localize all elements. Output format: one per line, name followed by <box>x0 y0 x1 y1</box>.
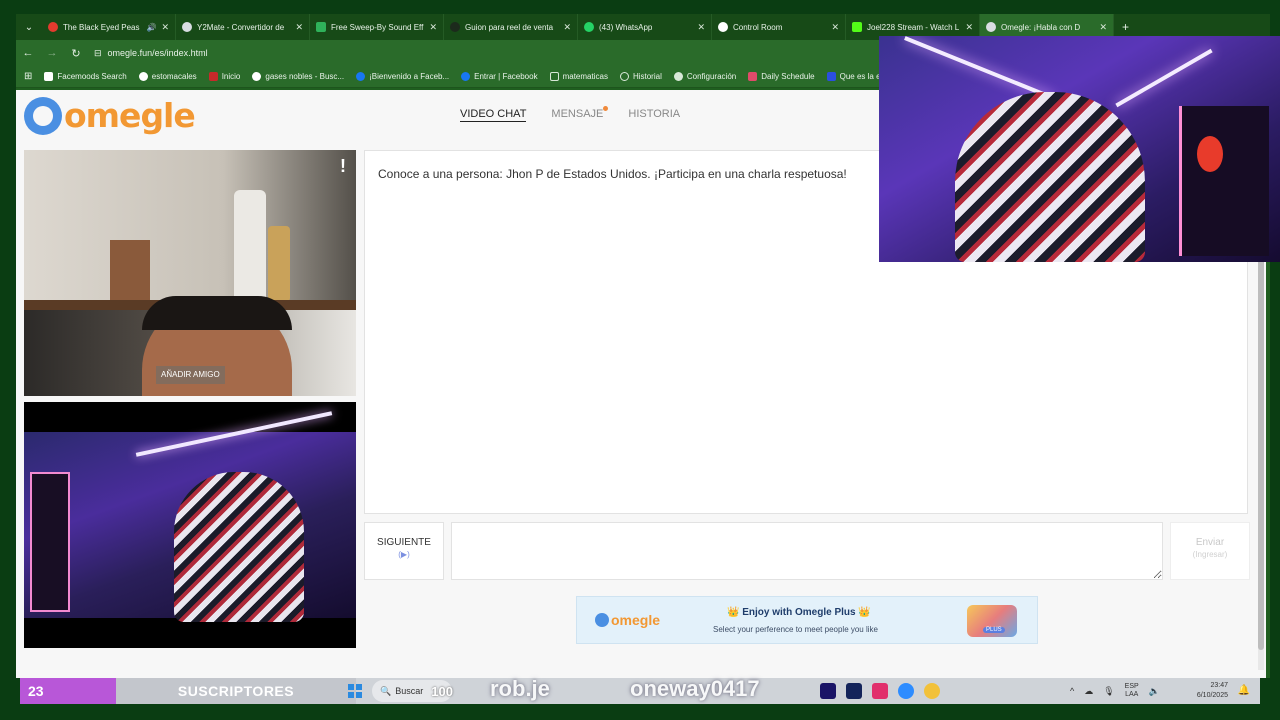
overlay-number: 100 <box>431 683 453 699</box>
taskbar-apps <box>820 683 940 699</box>
zoom-icon[interactable] <box>898 683 914 699</box>
close-icon[interactable]: ✕ <box>831 22 839 33</box>
omegle-icon <box>986 22 996 32</box>
bookmark-icon <box>138 72 148 81</box>
bookmark-icon <box>208 72 218 81</box>
facebook-icon <box>356 72 366 81</box>
tab-0[interactable]: The Black Eyed Peas 🔊 ✕ <box>42 14 176 40</box>
add-friend-button[interactable]: AÑADIR AMIGO <box>156 366 225 384</box>
chatgpt-icon <box>450 22 460 32</box>
omegle-logo[interactable]: omegle <box>24 96 196 135</box>
new-tab-button[interactable]: + <box>1114 20 1137 34</box>
forward-icon[interactable]: → <box>40 47 64 59</box>
kick-icon <box>852 22 862 32</box>
close-icon[interactable]: ✕ <box>697 22 705 33</box>
bookmark-6[interactable]: matematicas <box>549 72 608 81</box>
bookmark-icon <box>44 72 54 81</box>
reload-icon[interactable]: ↻ <box>64 47 88 60</box>
language-indicator[interactable]: ESP LAA <box>1125 683 1139 699</box>
close-icon[interactable]: ✕ <box>965 22 973 33</box>
omegle-plus-banner[interactable]: omegle 👑 Enjoy with Omegle Plus 👑 Select… <box>576 596 1038 644</box>
close-icon[interactable]: ✕ <box>161 22 169 33</box>
taskbar-clock[interactable]: 23:47 6/10/2025 <box>1197 681 1228 701</box>
bookmark-1[interactable]: estomacales <box>138 72 197 81</box>
bookmark-9[interactable]: Daily Schedule <box>748 72 815 81</box>
back-icon[interactable]: ← <box>16 47 40 59</box>
sound-effects-icon <box>316 22 326 32</box>
audition-icon[interactable] <box>846 683 862 699</box>
bookmark-4[interactable]: ¡Bienvenido a Faceb... <box>356 72 449 81</box>
system-message: Conoce a una persona: Jhon P de Estados … <box>378 167 847 181</box>
notification-bell-icon[interactable]: 🔔 <box>1238 685 1250 696</box>
banner-logo: omegle <box>595 612 660 628</box>
nav-message[interactable]: MENSAJE <box>551 106 609 122</box>
search-icon: 🔍 <box>380 685 392 696</box>
onedrive-icon[interactable]: ☁ <box>1084 686 1093 697</box>
overlay-handle-2: oneway0417 <box>630 676 760 701</box>
bookmark-5[interactable]: Entrar | Facebook <box>461 72 538 81</box>
next-button[interactable]: SIGUIENTE (▶) <box>364 522 444 580</box>
streamer-person <box>955 92 1145 262</box>
taskbar-search[interactable]: 🔍 Buscar 100 <box>372 680 453 702</box>
youtube-icon <box>48 22 58 32</box>
subscriber-count: 23 <box>20 678 116 704</box>
instagram-icon[interactable] <box>872 683 888 699</box>
send-button[interactable]: Enviar (Ingresar) <box>1170 522 1250 580</box>
self-person <box>174 472 304 622</box>
bookmark-7[interactable]: Historial <box>619 72 662 81</box>
chrome-icon[interactable] <box>924 683 940 699</box>
main-nav: VIDEO CHAT MENSAJE HISTORIA <box>460 106 680 122</box>
whatsapp-icon <box>584 22 594 32</box>
microphone-icon[interactable]: 🎙 <box>1103 686 1114 697</box>
apps-icon[interactable]: ⊞ <box>24 71 32 82</box>
tab-2[interactable]: Free Sweep-By Sound Eff ✕ <box>310 14 444 40</box>
control-room-icon <box>718 22 728 32</box>
bookmark-8[interactable]: Configuración <box>673 72 736 81</box>
bookmark-0[interactable]: Facemoods Search <box>44 72 127 81</box>
close-icon[interactable]: ✕ <box>295 22 303 33</box>
system-tray: ^ ☁ 🎙 ESP LAA 🔈 <box>1070 678 1160 704</box>
close-icon[interactable]: ✕ <box>1099 22 1107 33</box>
address-bar[interactable]: ⊟ omegle.fun/es/index.html <box>94 48 208 59</box>
plus-badge: PLUS <box>983 627 1005 633</box>
bookmark-2[interactable]: Inicio <box>208 72 240 81</box>
tab-search-dropdown[interactable]: ⌄ <box>16 14 42 40</box>
bookmark-3[interactable]: gases nobles - Busc... <box>252 72 344 81</box>
stranger-video: ! AÑADIR AMIGO <box>24 150 356 396</box>
tab-3[interactable]: Guion para reel de venta ✕ <box>444 14 578 40</box>
omegle-logo-icon <box>595 613 609 627</box>
close-icon[interactable]: ✕ <box>429 22 437 33</box>
speaker-icon[interactable]: 🔊 <box>146 23 156 32</box>
notification-dot <box>603 106 609 111</box>
streamer-webcam <box>879 36 1280 262</box>
stream-overlay-bar: 23 SUSCRIPTORES 🔍 Buscar 100 rob.je onew… <box>20 676 1260 704</box>
y2mate-icon <box>182 22 192 32</box>
close-icon[interactable]: ✕ <box>563 22 571 33</box>
banner-title: 👑 Enjoy with Omegle Plus 👑 <box>727 607 871 618</box>
folder-icon <box>549 72 559 81</box>
self-video <box>24 402 356 648</box>
calendar-icon <box>748 72 758 81</box>
tab-1[interactable]: Y2Mate - Convertidor de ✕ <box>176 14 310 40</box>
report-button[interactable]: ! <box>340 156 346 177</box>
facebook-icon <box>461 72 471 81</box>
premiere-icon[interactable] <box>820 683 836 699</box>
omegle-logo-icon <box>24 96 62 135</box>
banner-subtitle: Select your perference to meet people yo… <box>713 625 878 634</box>
gear-icon <box>673 72 683 81</box>
bookmark-icon <box>826 72 836 81</box>
google-icon <box>252 72 262 81</box>
overlay-handle-1: rob.je <box>490 676 550 701</box>
tab-5[interactable]: Control Room ✕ <box>712 14 846 40</box>
nav-video-chat[interactable]: VIDEO CHAT <box>460 108 527 122</box>
site-info-icon[interactable]: ⊟ <box>94 48 102 59</box>
history-icon <box>619 72 629 81</box>
subscriber-label: SUSCRIPTORES <box>116 678 356 704</box>
windows-start-icon[interactable] <box>348 684 362 698</box>
tab-4[interactable]: (43) WhatsApp ✕ <box>578 14 712 40</box>
message-input[interactable] <box>451 522 1163 580</box>
nav-history[interactable]: HISTORIA <box>628 108 680 122</box>
chevron-up-icon[interactable]: ^ <box>1070 686 1074 696</box>
speaker-icon[interactable]: 🔈 <box>1149 686 1160 697</box>
